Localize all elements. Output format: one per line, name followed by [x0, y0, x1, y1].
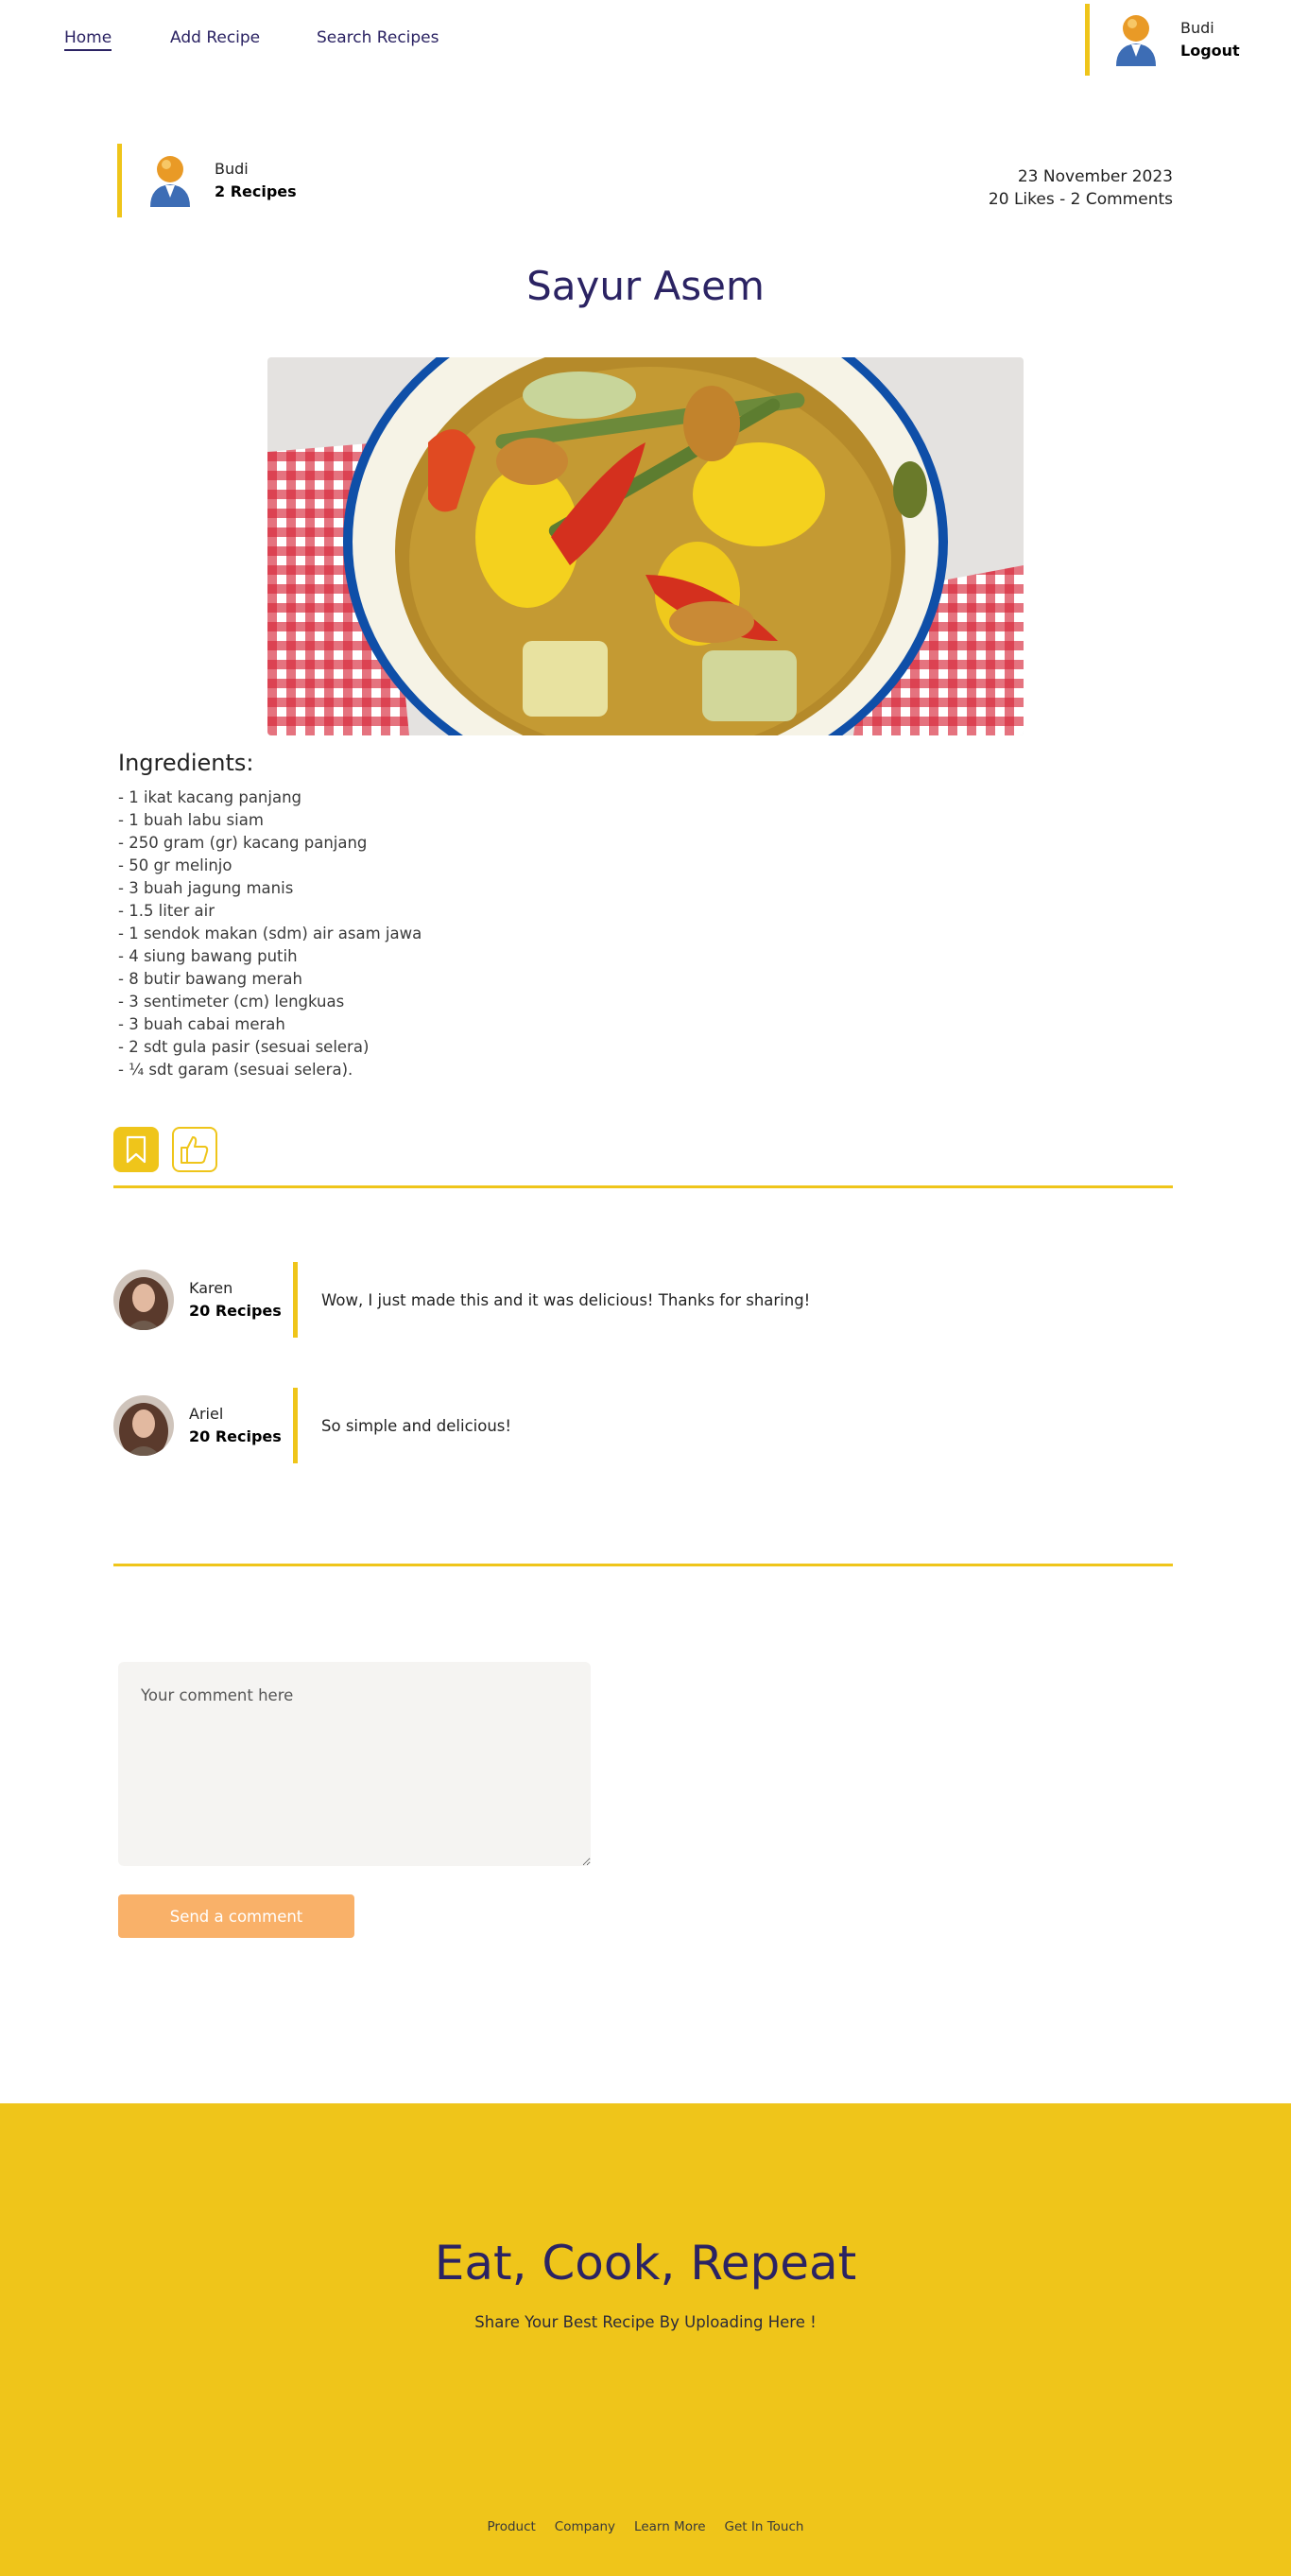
ingredient-item: - 8 butir bawang merah: [118, 970, 302, 988]
ingredient-item: - 3 sentimeter (cm) lengkuas: [118, 993, 345, 1011]
divider-top: [113, 1185, 1173, 1188]
ingredient-item: - 1.5 liter air: [118, 902, 215, 920]
footer-title: Eat, Cook, Repeat: [434, 2236, 857, 2291]
user-avatar-icon: [1116, 15, 1156, 66]
nav-search-recipes-link[interactable]: Search Recipes: [317, 28, 439, 47]
footer: Eat, Cook, Repeat Share Your Best Recipe…: [0, 2103, 1291, 2576]
nav-add-recipe-link[interactable]: Add Recipe: [170, 28, 260, 47]
recipe-author: Budi 2 Recipes: [117, 144, 297, 217]
commenter-name: Ariel: [189, 1405, 224, 1423]
recipe-actions: [113, 1127, 217, 1172]
ingredients-heading: Ingredients:: [118, 750, 254, 776]
comment-text: Wow, I just made this and it was delicio…: [293, 1262, 810, 1338]
logout-link[interactable]: Logout: [1180, 40, 1240, 62]
bookmark-button[interactable]: [113, 1127, 159, 1172]
footer-link-company[interactable]: Company: [555, 2519, 615, 2534]
ingredient-item: - 3 buah jagung manis: [118, 879, 294, 897]
commenter-avatar: [113, 1395, 174, 1456]
ingredient-item: - 4 siung bawang putih: [118, 947, 298, 965]
author-name: Budi: [215, 160, 249, 178]
author-recipe-count: 2 Recipes: [215, 182, 297, 200]
ingredient-item: - 1 ikat kacang panjang: [118, 788, 302, 806]
like-button[interactable]: [172, 1127, 217, 1172]
nav-home-link[interactable]: Home: [64, 28, 112, 51]
commenter-name: Karen: [189, 1279, 233, 1297]
top-nav: Home Add Recipe Search Recipes Budi Logo…: [0, 0, 1291, 79]
send-comment-button[interactable]: Send a comment: [118, 1894, 354, 1938]
bookmark-icon: [126, 1135, 146, 1164]
footer-link-product[interactable]: Product: [488, 2519, 536, 2534]
footer-link-get-in-touch[interactable]: Get In Touch: [725, 2519, 804, 2534]
footer-subtitle: Share Your Best Recipe By Uploading Here…: [474, 2313, 817, 2331]
recipe-photo: [267, 357, 1024, 735]
ingredient-item: - 1 sendok makan (sdm) air asam jawa: [118, 925, 422, 942]
recipe-date: 23 November 2023: [1017, 167, 1173, 186]
nav-user-menu: Budi Logout: [1085, 4, 1240, 76]
thumbs-up-icon: [181, 1136, 209, 1164]
ingredient-item: - 2 sdt gula pasir (sesuai selera): [118, 1038, 370, 1056]
divider-bottom: [113, 1564, 1173, 1566]
recipe-title: Sayur Asem: [526, 263, 765, 309]
comment-item: Ariel 20 Recipes So simple and delicious…: [113, 1388, 1173, 1463]
footer-links: Product Company Learn More Get In Touch: [0, 2519, 1291, 2534]
ingredient-item: - 250 gram (gr) kacang panjang: [118, 834, 368, 852]
ingredients-list: - 1 ikat kacang panjang - 1 buah labu si…: [118, 787, 422, 1081]
commenter-avatar: [113, 1270, 174, 1330]
ingredient-item: - ¼ sdt garam (sesuai selera).: [118, 1061, 353, 1079]
comment-text: So simple and delicious!: [293, 1388, 511, 1463]
ingredient-item: - 3 buah cabai merah: [118, 1015, 285, 1033]
footer-link-learn-more[interactable]: Learn More: [634, 2519, 706, 2534]
comment-item: Karen 20 Recipes Wow, I just made this a…: [113, 1262, 1173, 1338]
commenter-recipe-count: 20 Recipes: [189, 1302, 282, 1320]
nav-user-name: Budi: [1180, 19, 1214, 37]
commenter-recipe-count: 20 Recipes: [189, 1427, 282, 1445]
comment-input[interactable]: [118, 1662, 591, 1866]
ingredient-item: - 50 gr melinjo: [118, 856, 232, 874]
recipe-meta: 23 November 2023 20 Likes - 2 Comments: [989, 165, 1173, 211]
recipe-stats: 20 Likes - 2 Comments: [988, 190, 1173, 209]
author-avatar-icon: [150, 156, 190, 207]
ingredient-item: - 1 buah labu siam: [118, 811, 264, 829]
